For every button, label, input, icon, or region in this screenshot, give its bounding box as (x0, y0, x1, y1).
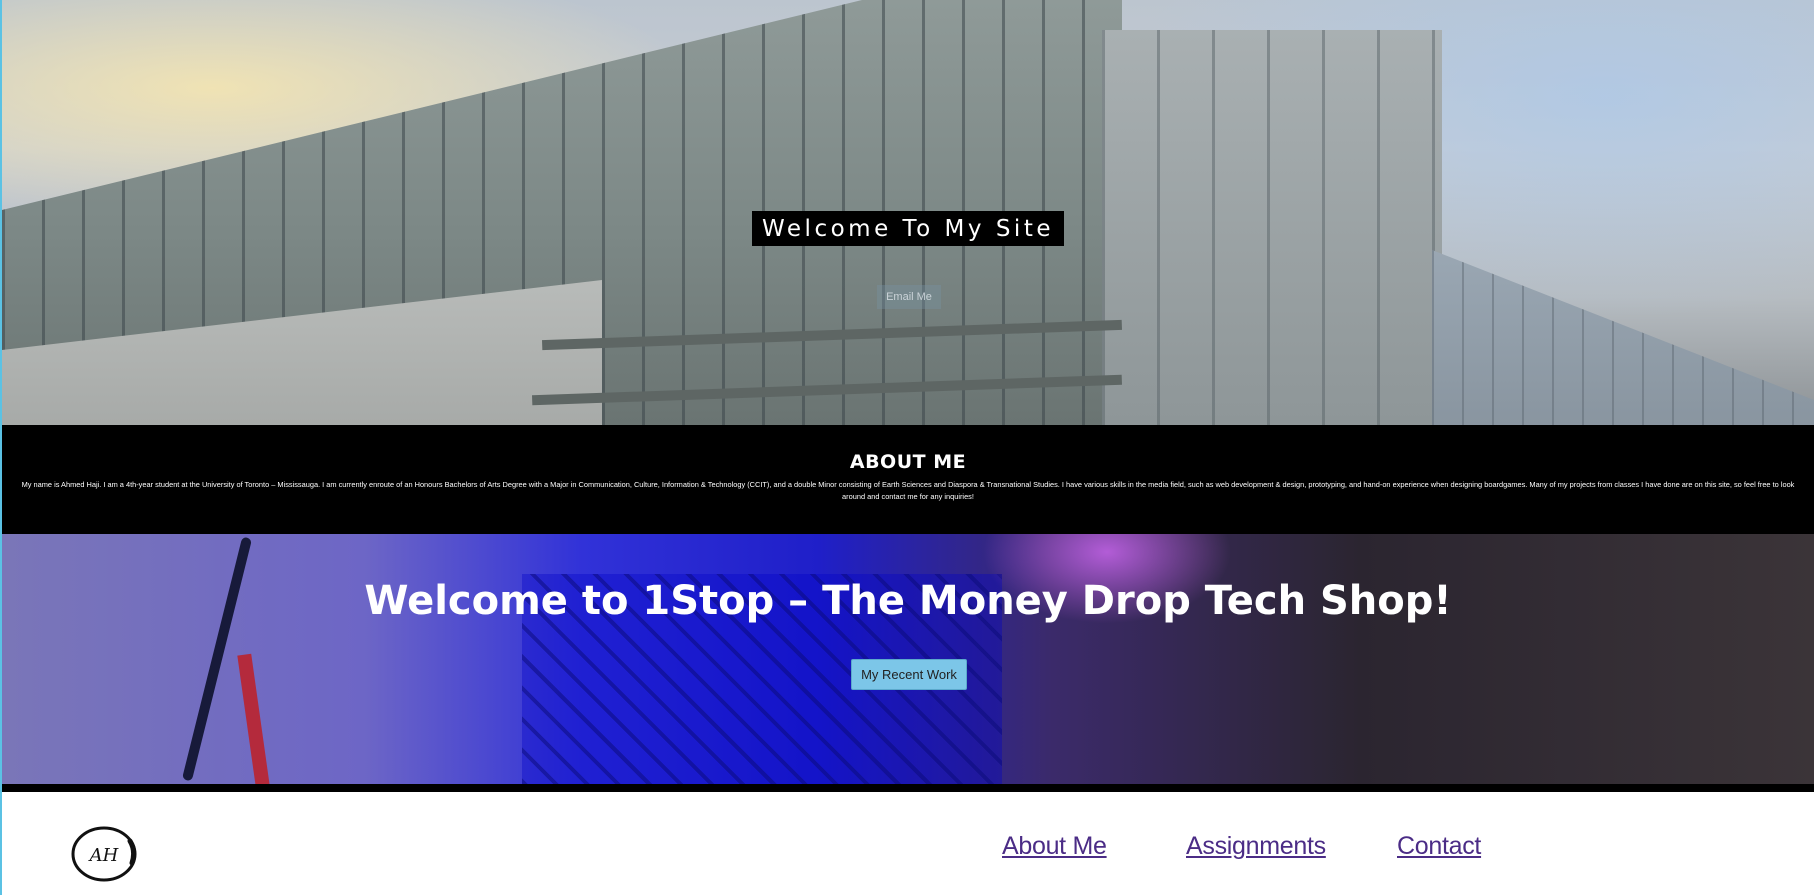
my-recent-work-button[interactable]: My Recent Work (851, 659, 967, 690)
nav-assignments[interactable]: Assignments (1186, 832, 1326, 861)
about-section: ABOUT ME My name is Ahmed Haji. I am a 4… (2, 425, 1814, 534)
shop-title: Welcome to 1Stop – The Money Drop Tech S… (364, 577, 1452, 624)
ah-logo-icon: AH (71, 826, 137, 882)
section-divider (2, 784, 1814, 792)
about-text: My name is Ahmed Haji. I am a 4th-year s… (21, 480, 1795, 501)
email-me-button[interactable]: Email Me (877, 285, 941, 309)
hero-section: Welcome To My Site Email Me (2, 0, 1814, 425)
footer-nav-bar: AH About Me Assignments Contact (2, 792, 1814, 895)
logo-text: AH (88, 845, 119, 866)
nav-contact[interactable]: Contact (1397, 832, 1481, 861)
hero-title: Welcome To My Site (752, 211, 1064, 246)
site-logo[interactable]: AH (70, 825, 138, 883)
shop-banner: Welcome to 1Stop – The Money Drop Tech S… (2, 534, 1814, 784)
nav-about-me[interactable]: About Me (1002, 832, 1107, 861)
about-heading: ABOUT ME (849, 451, 967, 473)
hero-building-tower (1102, 30, 1442, 425)
shop-wire-image (237, 653, 271, 784)
